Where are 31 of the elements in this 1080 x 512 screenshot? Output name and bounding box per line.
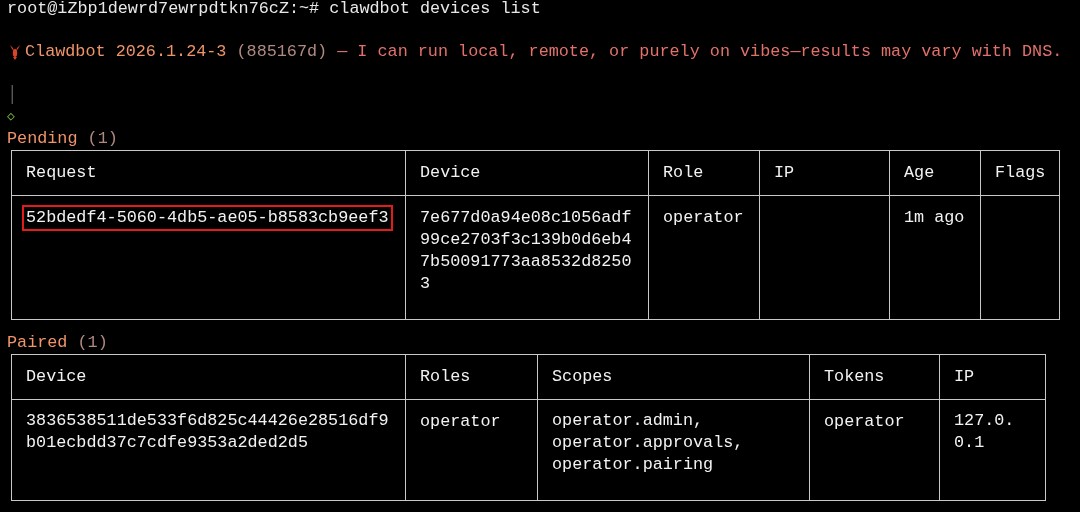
column-header: IP	[954, 366, 975, 386]
tagline-text: — I can run local, remote, or purely on vibes—results may vary with DNS.	[337, 41, 1063, 63]
table-cell-text: operator	[662, 207, 745, 229]
table-cell-text: operator	[823, 410, 906, 433]
column-header: Flags	[995, 163, 1046, 182]
table-cell-text: operator	[419, 410, 502, 433]
column-header: Age	[904, 163, 935, 182]
app-version: Clawdbot 2026.1.24-3	[25, 41, 227, 63]
column-header: Tokens	[824, 366, 885, 386]
column-header: Roles	[420, 366, 471, 386]
table-cell-text: 3836538511de533f6d825c44426e28516df9b01ecbdd37c7cdfe9353a2ded2d5	[25, 410, 390, 454]
column-header: Role	[663, 163, 704, 182]
step-marker: ◇	[7, 108, 15, 126]
commit-hash: (885167d)	[236, 41, 328, 63]
section-title: Pending	[7, 128, 78, 150]
column-header: Device	[420, 163, 481, 182]
command-text: clawdbot devices list	[329, 0, 541, 20]
section-title: Paired	[7, 331, 68, 354]
section-count: (1)	[87, 128, 118, 150]
prompt-text: root@iZbp1dewrd7ewrpdtkn76cZ:~#	[7, 0, 320, 20]
column-header: Scopes	[552, 366, 613, 386]
highlighted-cell: 52bdedf4-5060-4db5-ae05-b8583cb9eef3	[22, 205, 393, 231]
column-header: Device	[26, 366, 87, 386]
table-cell-text: 7e677d0a94e08c1056adf99ce2703f3c139b0d6eb47b50091773aa8532d82503	[419, 206, 633, 295]
column-header: Request	[26, 163, 97, 182]
table-cell-text: 1m ago	[903, 207, 966, 229]
table-cell-text: 127.0.0.1	[953, 410, 1016, 454]
gutter-text: │	[7, 84, 18, 106]
table-cell-text: operator.admin, operator.approvals, operator.pairing	[551, 410, 745, 476]
section-count: (1)	[77, 331, 108, 354]
column-header: IP	[774, 163, 795, 182]
